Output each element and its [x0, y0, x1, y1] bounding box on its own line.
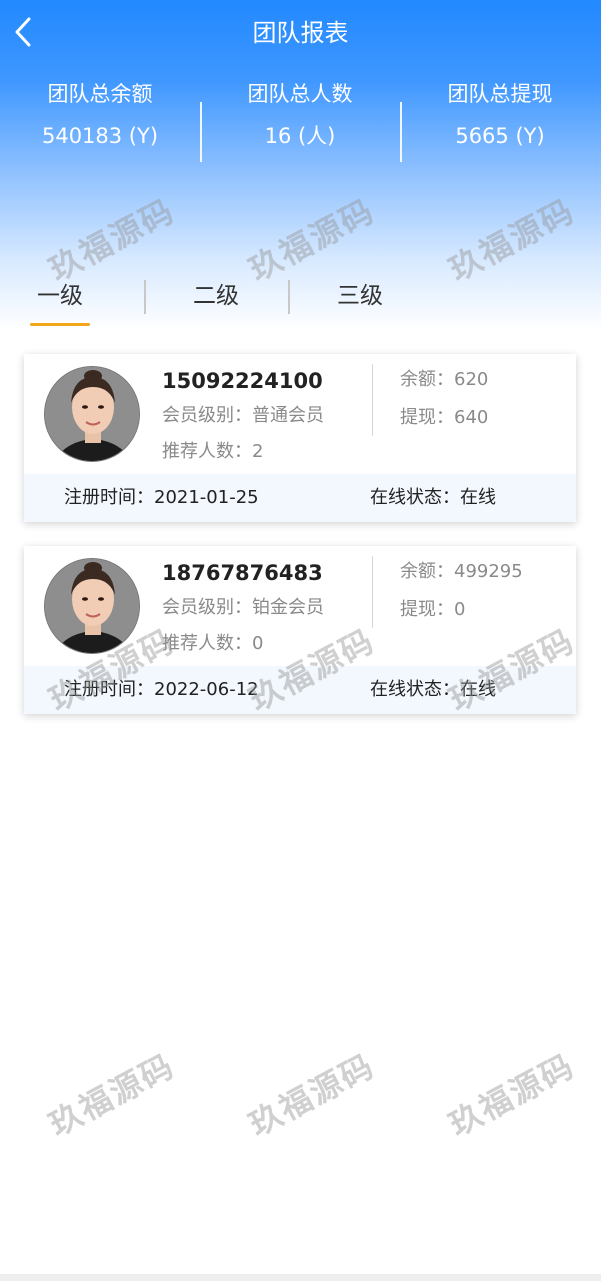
avatar	[44, 366, 140, 462]
member-card[interactable]: 15092224100 会员级别：普通会员 推荐人数：2 余额：620 提现：6…	[24, 354, 576, 522]
page-title: 团队报表	[252, 19, 349, 47]
watermark: 玖福源码	[42, 1046, 181, 1144]
member-level: 会员级别：铂金会员	[162, 597, 324, 618]
team-stats: 团队总余额 540183 (Y) 团队总人数 16 (人) 团队总提现 5665…	[0, 78, 601, 168]
register-time: 注册时间：2022-06-12	[64, 679, 259, 700]
stat-value: 540183 (Y)	[41, 124, 159, 148]
tab-active-underline	[30, 323, 90, 326]
member-card[interactable]: 18767876483 会员级别：铂金会员 推荐人数：0 余额：499295 提…	[24, 546, 576, 714]
member-referrals: 推荐人数：2	[162, 441, 264, 462]
member-phone: 18767876483	[162, 561, 323, 585]
member-withdraw: 提现：640	[400, 407, 489, 428]
card-divider	[372, 364, 373, 436]
avatar-image	[45, 367, 139, 461]
online-status: 在线状态：在线	[370, 487, 496, 508]
stat-label: 团队总提现	[447, 82, 553, 106]
stat-total-withdraw: 团队总提现 5665 (Y)	[400, 78, 600, 168]
stat-total-members: 团队总人数 16 (人)	[200, 78, 400, 168]
card-divider	[372, 556, 373, 628]
stat-value: 5665 (Y)	[455, 124, 545, 148]
tab-label: 三级	[337, 283, 383, 309]
watermark: 玖福源码	[442, 1046, 581, 1144]
card-footer: 注册时间：2021-01-25 在线状态：在线	[24, 474, 576, 522]
online-status: 在线状态：在线	[370, 679, 496, 700]
member-level: 会员级别：普通会员	[162, 405, 324, 426]
stat-value: 16 (人)	[264, 124, 336, 148]
register-time: 注册时间：2021-01-25	[64, 487, 259, 508]
member-referrals: 推荐人数：0	[162, 633, 264, 654]
tab-level-1[interactable]: 一级	[30, 270, 90, 326]
bottom-bar	[0, 1274, 601, 1281]
tab-label: 二级	[193, 283, 239, 309]
stat-total-balance: 团队总余额 540183 (Y)	[0, 78, 200, 168]
member-phone: 15092224100	[162, 369, 323, 393]
tab-level-2[interactable]: 二级	[186, 270, 246, 326]
tab-divider	[144, 280, 146, 314]
tab-level-3[interactable]: 三级	[330, 270, 390, 326]
member-withdraw: 提现：0	[400, 599, 466, 620]
avatar	[44, 558, 140, 654]
stat-label: 团队总余额	[47, 82, 153, 106]
level-tabs: 一级 二级 三级	[0, 270, 601, 330]
card-footer: 注册时间：2022-06-12 在线状态：在线	[24, 666, 576, 714]
watermark: 玖福源码	[242, 1046, 381, 1144]
tab-label: 一级	[37, 283, 83, 309]
stat-label: 团队总人数	[247, 82, 353, 106]
member-balance: 余额：620	[400, 369, 489, 390]
team-report-page: 团队报表 团队总余额 540183 (Y) 团队总人数 16 (人) 团队总提现…	[0, 0, 601, 1281]
tab-divider	[288, 280, 290, 314]
avatar-image	[45, 559, 139, 653]
member-balance: 余额：499295	[400, 561, 523, 582]
